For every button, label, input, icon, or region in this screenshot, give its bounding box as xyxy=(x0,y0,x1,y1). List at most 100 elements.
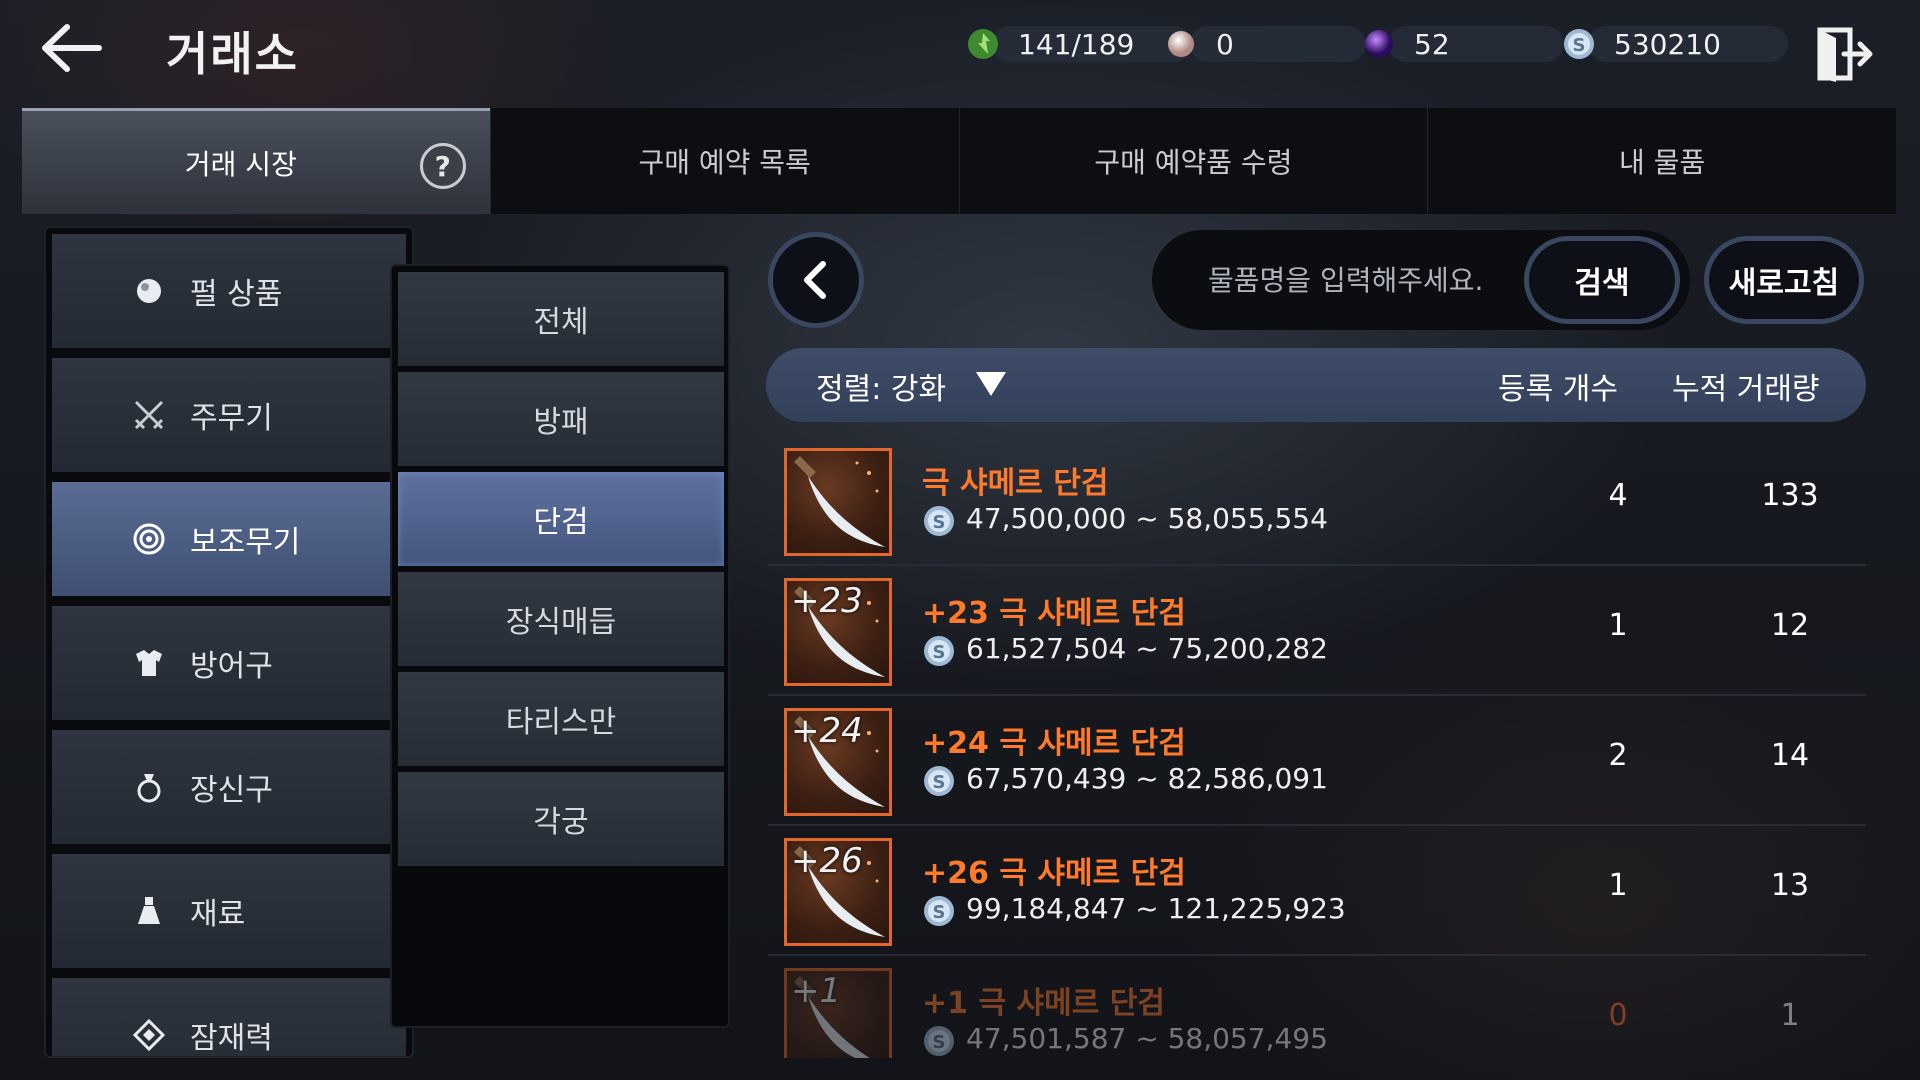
list-back-button[interactable] xyxy=(768,232,864,328)
subcategory-ornamental-knot[interactable]: 장식매듭 xyxy=(398,572,724,666)
svg-text:S: S xyxy=(933,1032,946,1053)
list-item[interactable]: 극 샤메르 단검 S 47,500,000 ~ 58,055,554 4 133 xyxy=(768,438,1866,566)
column-count-header[interactable]: 등록 개수 xyxy=(1498,364,1618,408)
top-bar: 거래소 141/189 0 52 S 530210 xyxy=(0,0,1920,104)
item-thumbnail: +24 xyxy=(784,708,892,816)
item-trade-volume: 14 xyxy=(1770,738,1810,773)
tab-bar: 거래 시장 ? 구매 예약 목록 구매 예약품 수령 내 물품 xyxy=(22,108,1896,214)
triangle-down-icon[interactable] xyxy=(974,368,1008,398)
target-icon xyxy=(130,520,168,558)
silver-icon: S xyxy=(924,766,954,796)
item-trade-volume: 133 xyxy=(1761,478,1819,513)
item-price-range: 47,501,587 ~ 58,057,495 xyxy=(966,1022,1328,1055)
currency-pearl: 0 xyxy=(1164,22,1366,66)
subcategory-horn-bow[interactable]: 각궁 xyxy=(398,772,724,866)
category-label: 보조무기 xyxy=(190,525,301,560)
item-name: 극 샤메르 단검 xyxy=(922,466,1109,501)
item-level: +23 xyxy=(791,581,863,621)
diamond-icon xyxy=(130,1016,168,1054)
category-pearl-items[interactable]: 펄 상품 xyxy=(52,234,406,348)
item-price-range: 67,570,439 ~ 82,586,091 xyxy=(966,762,1328,795)
tab-market-label: 거래 시장 xyxy=(184,147,297,181)
category-label: 펄 상품 xyxy=(190,277,283,312)
search-bar: 검색 xyxy=(1152,230,1690,330)
page-title: 거래소 xyxy=(166,27,299,81)
category-potential[interactable]: 잠재력 xyxy=(52,978,406,1056)
category-label: 장신구 xyxy=(190,773,273,808)
subcategory-label: 타리스만 xyxy=(505,705,617,740)
tab-reservation-list[interactable]: 구매 예약 목록 xyxy=(489,108,959,214)
category-accessory[interactable]: 장신구 xyxy=(52,730,406,844)
silver-icon: S xyxy=(924,896,954,926)
category-material[interactable]: 재료 xyxy=(52,854,406,968)
refresh-button[interactable]: 새로고침 xyxy=(1704,236,1864,324)
item-thumbnail xyxy=(784,448,892,556)
svg-text:S: S xyxy=(933,512,946,533)
column-volume-header[interactable]: 누적 거래량 xyxy=(1672,364,1820,408)
dagger-icon xyxy=(794,456,885,547)
item-level: +1 xyxy=(791,971,842,1011)
item-level: +24 xyxy=(791,711,863,751)
item-listing-count: 1 xyxy=(1608,868,1628,903)
silver-icon: S xyxy=(924,636,954,666)
tab-market[interactable]: 거래 시장 ? xyxy=(22,108,490,214)
list-item[interactable]: +23 +23 극 샤메르 단검 S 61,527,504 ~ 75,200,2… xyxy=(768,568,1866,696)
item-level: +26 xyxy=(791,841,863,881)
silver-icon: S xyxy=(924,506,954,536)
back-button[interactable] xyxy=(36,18,106,78)
tab-reservation-receive-label: 구매 예약품 수령 xyxy=(1094,146,1293,179)
svg-text:S: S xyxy=(933,902,946,923)
search-input[interactable] xyxy=(1152,230,1530,330)
item-name: +1 극 샤메르 단검 xyxy=(922,986,1165,1021)
item-name: +23 극 샤메르 단검 xyxy=(922,596,1186,631)
silver-icon: S xyxy=(1562,27,1596,61)
tab-my-items[interactable]: 내 물품 xyxy=(1427,108,1896,214)
category-label: 주무기 xyxy=(190,401,273,436)
pearl-value: 0 xyxy=(1216,27,1234,61)
item-trade-volume: 12 xyxy=(1770,608,1810,643)
subcategory-label: 장식매듭 xyxy=(505,605,617,640)
item-name: +24 극 샤메르 단검 xyxy=(922,726,1186,761)
armor-icon xyxy=(130,644,168,682)
search-button[interactable]: 검색 xyxy=(1524,236,1680,324)
pearl-icon xyxy=(1164,27,1198,61)
item-listing-count: 2 xyxy=(1608,738,1628,773)
category-sub-weapon[interactable]: 보조무기 xyxy=(52,482,406,596)
subcategory-shield[interactable]: 방패 xyxy=(398,372,724,466)
tab-reservation-receive[interactable]: 구매 예약품 수령 xyxy=(958,108,1428,214)
subcategory-dagger[interactable]: 단검 xyxy=(398,472,724,566)
list-item[interactable]: +26 +26 극 샤메르 단검 S 99,184,847 ~ 121,225,… xyxy=(768,828,1866,956)
black-crystal-value: 52 xyxy=(1414,27,1450,61)
item-listing-count: 4 xyxy=(1608,478,1628,513)
category-label: 재료 xyxy=(190,897,246,932)
exit-button[interactable] xyxy=(1812,22,1876,86)
subcategory-all[interactable]: 전체 xyxy=(398,272,724,366)
category-label: 방어구 xyxy=(190,649,273,684)
crossed-swords-icon xyxy=(130,396,168,434)
exit-icon xyxy=(1817,27,1873,82)
subcategory-label: 각궁 xyxy=(533,805,589,840)
item-thumbnail: +1 xyxy=(784,968,892,1058)
list-item[interactable]: +24 +24 극 샤메르 단검 S 67,570,439 ~ 82,586,0… xyxy=(768,698,1866,826)
energy-value: 141/189 xyxy=(1018,27,1135,61)
svg-text:S: S xyxy=(933,772,946,793)
subcategory-label: 방패 xyxy=(533,405,589,440)
chevron-left-icon xyxy=(804,261,826,299)
black-crystal-icon xyxy=(1362,27,1396,61)
energy-icon xyxy=(966,27,1000,61)
category-armor[interactable]: 방어구 xyxy=(52,606,406,720)
subcategory-label: 단검 xyxy=(533,505,589,540)
item-list: 극 샤메르 단검 S 47,500,000 ~ 58,055,554 4 133… xyxy=(768,438,1866,1058)
arrow-left-icon xyxy=(42,24,102,72)
item-trade-volume: 1 xyxy=(1780,998,1800,1033)
sort-dropdown[interactable]: 정렬: 강화 xyxy=(816,364,946,408)
subcategory-talisman[interactable]: 타리스만 xyxy=(398,672,724,766)
subcategory-panel: 전체 방패 단검 장식매듭 타리스만 각궁 xyxy=(390,264,730,1028)
subcategory-label: 전체 xyxy=(533,305,589,340)
list-header: 정렬: 강화 등록 개수 누적 거래량 xyxy=(766,348,1866,422)
currency-energy: 141/189 xyxy=(966,22,1192,66)
list-item[interactable]: +1 +1 극 샤메르 단검 S 47,501,587 ~ 58,057,495… xyxy=(768,958,1866,1058)
help-icon[interactable]: ? xyxy=(419,143,466,189)
silver-value: 530210 xyxy=(1614,27,1721,61)
category-main-weapon[interactable]: 주무기 xyxy=(52,358,406,472)
